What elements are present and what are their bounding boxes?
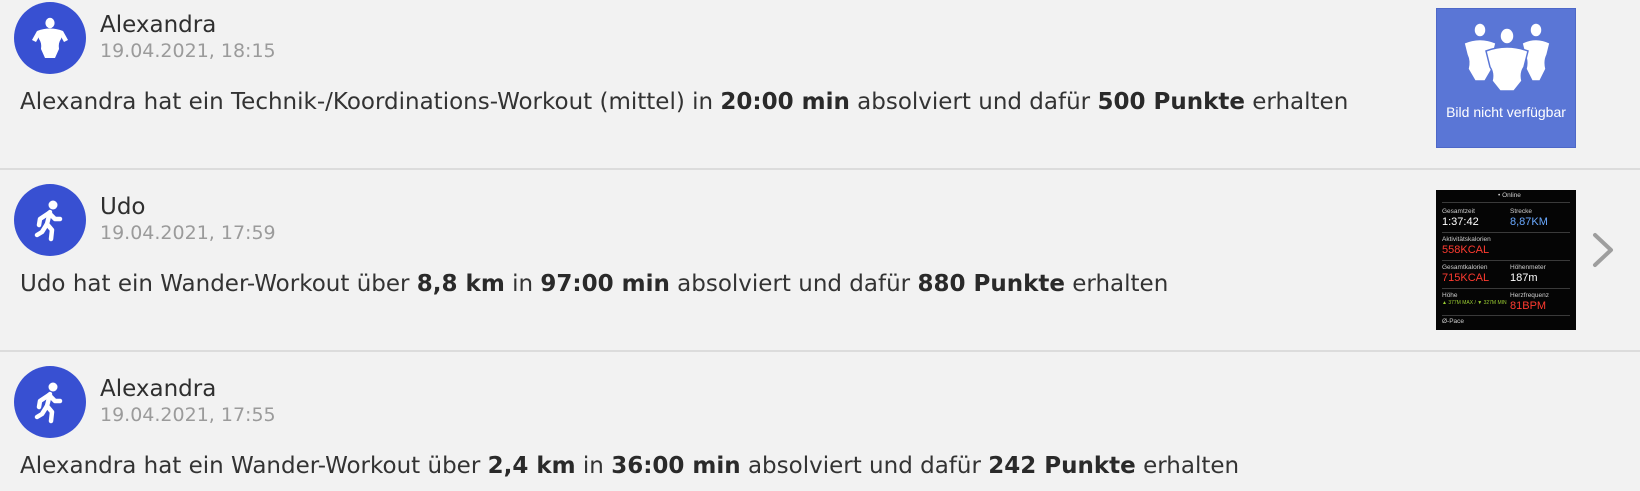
feed-item[interactable]: Udo 19.04.2021, 17:59 Udo hat ein Wander… xyxy=(0,170,1640,352)
walking-person-icon xyxy=(34,200,63,242)
avatar[interactable] xyxy=(14,184,86,256)
screenshot-label: Höhe xyxy=(1442,292,1458,299)
duration-value: 20:00 min xyxy=(720,89,850,115)
walking-person-icon xyxy=(34,382,63,424)
activity-description: Alexandra hat ein Technik-/Koordinations… xyxy=(20,89,1348,115)
desc-text: absolviert und dafür xyxy=(740,453,989,479)
timestamp: 19.04.2021, 17:55 xyxy=(100,404,276,426)
desc-text: absolviert und dafür xyxy=(849,89,1098,115)
desc-text: in xyxy=(575,453,612,479)
screenshot-divider xyxy=(1442,232,1570,233)
desc-text: Alexandra hat ein Wander-Workout über xyxy=(20,453,488,479)
screenshot-label: Herzfrequenz xyxy=(1510,292,1550,299)
screenshot-label: Gesamtzeit xyxy=(1442,208,1475,215)
user-name[interactable]: Alexandra xyxy=(100,376,216,402)
placeholder-label: Bild nicht verfügbar xyxy=(1446,104,1566,120)
duration-value: 36:00 min xyxy=(611,453,741,479)
group-person-icon xyxy=(32,17,68,58)
duration-value: 97:00 min xyxy=(540,271,670,297)
feed-item[interactable]: Alexandra 19.04.2021, 18:15 Alexandra ha… xyxy=(0,0,1640,170)
timestamp: 19.04.2021, 18:15 xyxy=(100,40,276,62)
screenshot-value: 81BPM xyxy=(1510,300,1547,312)
screenshot-value: 1:37:42 xyxy=(1442,216,1479,228)
chevron-right-icon[interactable] xyxy=(1584,232,1620,268)
screenshot-value: ▲ 377M MAX / ▼ 327M MIN xyxy=(1442,300,1507,306)
user-name[interactable]: Alexandra xyxy=(100,12,216,38)
desc-text: erhalten xyxy=(1135,453,1240,479)
screenshot-divider xyxy=(1442,260,1570,261)
screenshot-label: Strecke xyxy=(1510,208,1533,215)
screenshot-value: 715KCAL xyxy=(1442,272,1490,284)
timestamp: 19.04.2021, 17:59 xyxy=(100,222,276,244)
screenshot-label: Höhenmeter xyxy=(1510,264,1546,271)
points-value: 500 Punkte xyxy=(1097,89,1245,115)
desc-text: in xyxy=(504,271,541,297)
points-value: 242 Punkte xyxy=(988,453,1136,479)
screenshot-label: Gesamtkalorien xyxy=(1442,264,1488,271)
distance-value: 8,8 km xyxy=(416,271,505,297)
screenshot-label: Aktivitätskalorien xyxy=(1442,236,1491,243)
desc-text: Alexandra hat ein Technik-/Koordinations… xyxy=(20,89,721,115)
screenshot-divider xyxy=(1442,288,1570,289)
desc-text: erhalten xyxy=(1064,271,1169,297)
desc-text: Udo hat ein Wander-Workout über xyxy=(20,271,417,297)
image-placeholder[interactable]: Bild nicht verfügbar xyxy=(1436,8,1576,148)
user-name[interactable]: Udo xyxy=(100,194,146,220)
screenshot-value: 187m xyxy=(1510,272,1538,284)
activity-feed: Alexandra 19.04.2021, 18:15 Alexandra ha… xyxy=(0,0,1640,491)
desc-text: absolviert und dafür xyxy=(669,271,918,297)
feed-item[interactable]: Alexandra 19.04.2021, 17:55 Alexandra ha… xyxy=(0,352,1640,491)
distance-value: 2,4 km xyxy=(487,453,576,479)
screenshot-top-label: • Online xyxy=(1498,192,1521,199)
activity-description: Udo hat ein Wander-Workout über 8,8 km i… xyxy=(20,271,1168,297)
avatar[interactable] xyxy=(14,366,86,438)
screenshot-divider xyxy=(1442,315,1570,316)
activity-description: Alexandra hat ein Wander-Workout über 2,… xyxy=(20,453,1239,479)
workout-screenshot[interactable]: • Online Gesamtzeit 1:37:42 Strecke 8,87… xyxy=(1436,190,1576,330)
screenshot-value: 8,87KM xyxy=(1510,216,1548,228)
points-value: 880 Punkte xyxy=(917,271,1065,297)
screenshot-label: Ø-Pace xyxy=(1442,318,1465,325)
screenshot-divider xyxy=(1442,202,1570,203)
group-people-icon xyxy=(1463,22,1551,91)
avatar[interactable] xyxy=(14,2,86,74)
desc-text: erhalten xyxy=(1244,89,1349,115)
screenshot-value: 558KCAL xyxy=(1442,244,1490,256)
